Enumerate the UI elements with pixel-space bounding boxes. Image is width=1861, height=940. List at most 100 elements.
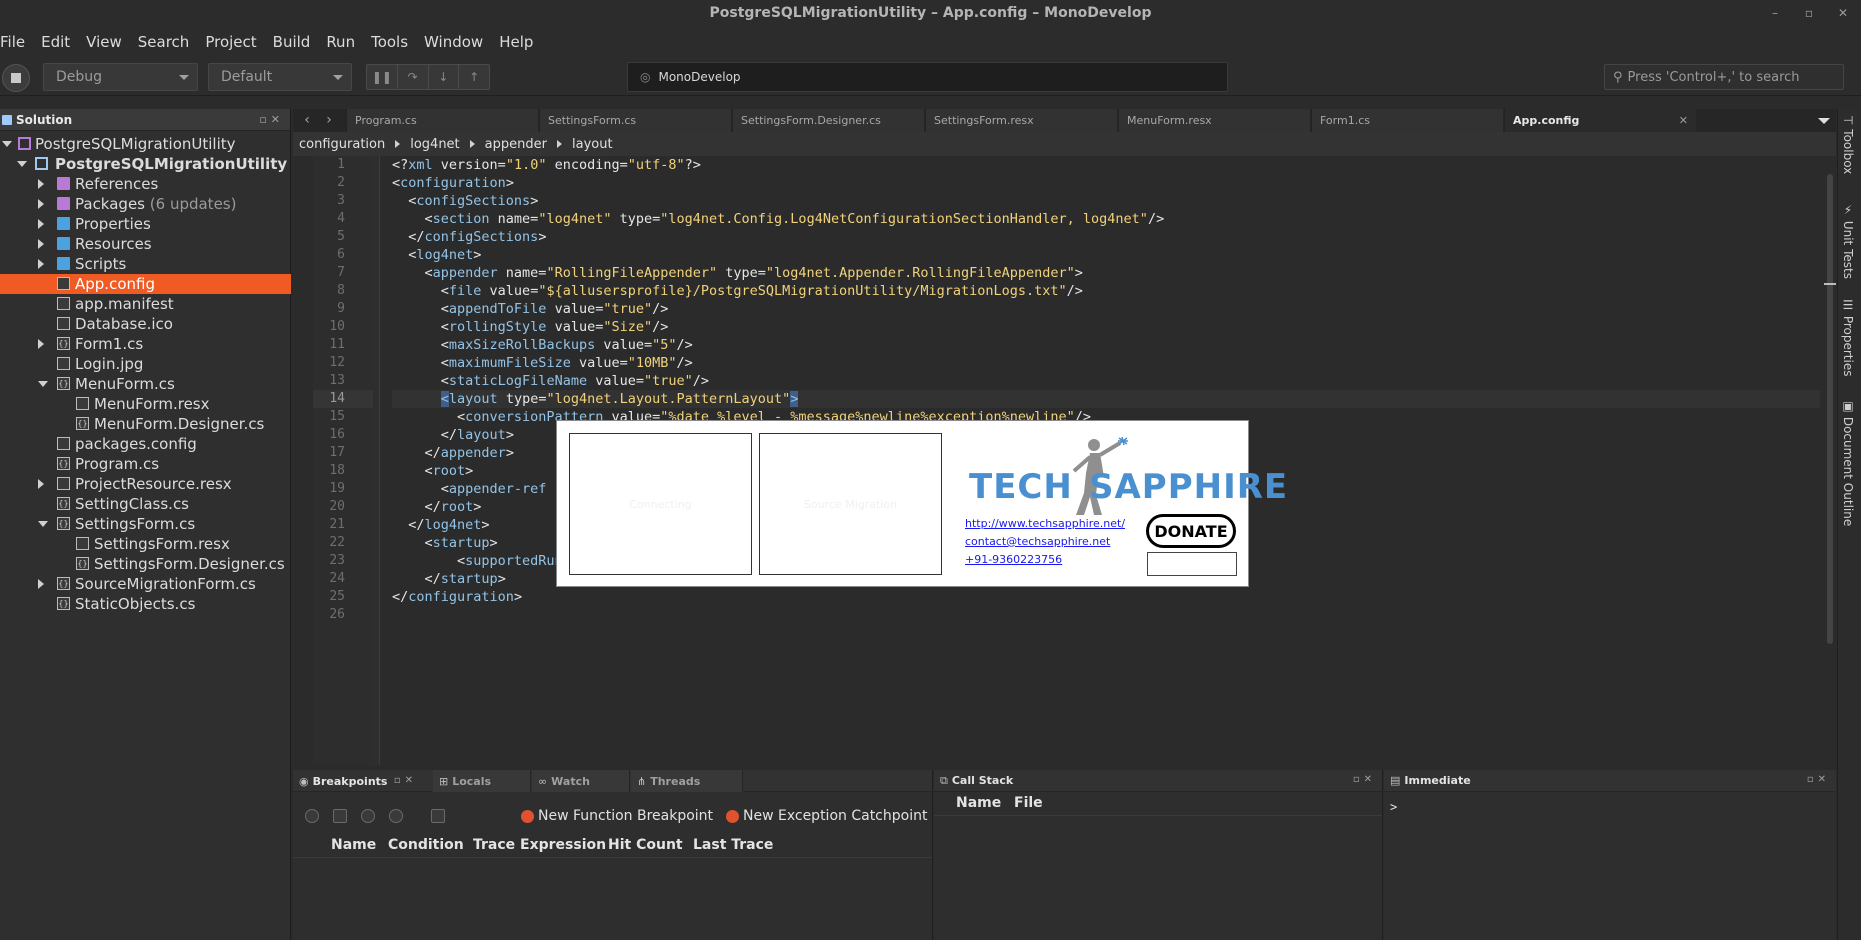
nav-forward-icon[interactable]: › [319, 109, 339, 132]
edit-breakpoint-icon[interactable] [333, 809, 347, 823]
tab-menuform-resx[interactable]: MenuForm.resx [1118, 109, 1310, 132]
vertical-scrollbar[interactable] [1824, 156, 1836, 765]
breadcrumb-item[interactable]: layout [572, 137, 613, 152]
donate-amount-box[interactable] [1147, 552, 1237, 576]
menu-tools[interactable]: Tools [363, 33, 416, 51]
solution-tree-item[interactable]: {} SourceMigrationForm.cs [0, 574, 291, 594]
code-line[interactable]: <layout type="log4net.Layout.PatternLayo… [392, 390, 1820, 408]
solution-tree-item[interactable]: Login.jpg [0, 354, 291, 374]
solution-tree-item[interactable]: {} Form1.cs [0, 334, 291, 354]
menu-view[interactable]: View [78, 33, 130, 51]
donate-button[interactable]: DONATE [1146, 514, 1236, 548]
website-link[interactable]: http://www.techsapphire.net/ [965, 517, 1125, 530]
column-header-hit-count[interactable]: Hit Count [608, 837, 683, 853]
menu-edit[interactable]: Edit [33, 33, 78, 51]
tab-form1-cs[interactable]: Form1.cs [1311, 109, 1503, 132]
collapsed-arrow-icon[interactable] [38, 479, 44, 489]
phone-link[interactable]: +91-9360223756 [965, 553, 1062, 566]
code-line[interactable]: <file value="${allusersprofile}/PostgreS… [392, 282, 1820, 300]
solution-tree-item[interactable]: {} StaticObjects.cs [0, 594, 291, 614]
immediate-console[interactable]: > [1390, 800, 1397, 814]
new-function-breakpoint-button[interactable]: New Function Breakpoint [521, 808, 713, 824]
solution-tree-item[interactable]: PostgreSQLMigrationUtility [0, 134, 291, 154]
side-tab-unit-tests[interactable]: ⚡ Unit Tests [1841, 203, 1855, 279]
side-tab-properties[interactable]: ☰ Properties [1841, 298, 1855, 376]
scrollbar-thumb[interactable] [1827, 174, 1833, 644]
tab-program-cs[interactable]: Program.cs [346, 109, 538, 132]
pad-controls[interactable]: ▫✕ [259, 113, 284, 126]
nav-back-icon[interactable]: ‹ [297, 109, 317, 132]
close-window-button[interactable]: ✕ [1830, 0, 1856, 26]
step-into-icon[interactable]: ↓ [429, 65, 460, 89]
solution-tree-item[interactable]: Properties [0, 214, 291, 234]
tab-breakpoints[interactable]: ◉ Breakpoints ▫✕ [293, 770, 421, 792]
email-link[interactable]: contact@techsapphire.net [965, 535, 1110, 548]
tab-settingsform-resx[interactable]: SettingsForm.resx [925, 109, 1117, 132]
platform-combo[interactable]: Default [208, 63, 352, 91]
pad-controls[interactable]: ▫✕ [1807, 774, 1830, 785]
solution-tree-item[interactable]: Resources [0, 234, 291, 254]
step-out-icon[interactable]: ↑ [459, 65, 489, 89]
fold-margin[interactable] [373, 156, 380, 765]
code-line[interactable]: <configSections> [392, 192, 1820, 210]
column-header-name[interactable]: Name [956, 795, 1001, 811]
solution-tree-item[interactable]: {} SettingClass.cs [0, 494, 291, 514]
step-over-icon[interactable]: ↷ [398, 65, 429, 89]
code-line[interactable]: <maximumFileSize value="10MB"/> [392, 354, 1820, 372]
breadcrumb-item[interactable]: configuration [299, 137, 385, 152]
code-line[interactable]: <maxSizeRollBackups value="5"/> [392, 336, 1820, 354]
code-line[interactable]: </configuration> [392, 588, 1820, 606]
breakpoint-properties-icon[interactable] [431, 809, 445, 823]
breadcrumb-item[interactable]: appender [485, 137, 547, 152]
solution-tree-item[interactable]: MenuForm.resx [0, 394, 291, 414]
solution-tree-item[interactable]: Packages (6 updates) [0, 194, 291, 214]
solution-tree-item[interactable]: packages.config [0, 434, 291, 454]
solution-tree-item[interactable]: References [0, 174, 291, 194]
disable-breakpoints-icon[interactable] [361, 809, 375, 823]
column-header-name[interactable]: Name [331, 837, 376, 853]
menu-build[interactable]: Build [265, 33, 319, 51]
collapsed-arrow-icon[interactable] [38, 339, 44, 349]
pause-icon[interactable]: ❚❚ [367, 65, 398, 89]
code-line[interactable]: <?xml version="1.0" encoding="utf-8"?> [392, 156, 1820, 174]
tab-app-config[interactable]: App.config ✕ [1504, 109, 1696, 132]
code-line[interactable] [392, 606, 1820, 624]
tab-settingsform-cs[interactable]: SettingsForm.cs [539, 109, 731, 132]
solution-tree-item[interactable]: {} MenuForm.cs [0, 374, 291, 394]
tab-threads[interactable]: ⋔ Threads [631, 770, 743, 792]
configuration-combo[interactable]: Debug [43, 63, 198, 91]
code-line[interactable]: </configSections> [392, 228, 1820, 246]
toggle-breakpoint-icon[interactable] [305, 809, 319, 823]
solution-tree-item[interactable]: {} SettingsForm.Designer.cs [0, 554, 291, 574]
tab-settingsform-designer-cs[interactable]: SettingsForm.Designer.cs [732, 109, 924, 132]
solution-tree-item[interactable]: {} MenuForm.Designer.cs [0, 414, 291, 434]
column-header-condition[interactable]: Condition [388, 837, 464, 853]
code-line[interactable]: <rollingStyle value="Size"/> [392, 318, 1820, 336]
stop-button[interactable] [2, 64, 30, 92]
expanded-arrow-icon[interactable] [38, 521, 48, 527]
code-line[interactable]: <log4net> [392, 246, 1820, 264]
maximize-button[interactable]: ▫ [1796, 0, 1822, 26]
code-line[interactable]: <configuration> [392, 174, 1820, 192]
menu-help[interactable]: Help [491, 33, 541, 51]
breadcrumb-item[interactable]: log4net [410, 137, 459, 152]
collapsed-arrow-icon[interactable] [38, 219, 44, 229]
collapsed-arrow-icon[interactable] [38, 179, 44, 189]
collapsed-arrow-icon[interactable] [38, 239, 44, 249]
expanded-arrow-icon[interactable] [17, 161, 27, 167]
column-header-file[interactable]: File [1014, 795, 1043, 811]
collapsed-arrow-icon[interactable] [38, 579, 44, 589]
menu-window[interactable]: Window [416, 33, 491, 51]
side-tab-toolbox[interactable]: ⊤ Toolbox [1841, 115, 1855, 174]
solution-tree-item[interactable]: Database.ico [0, 314, 291, 334]
search-input[interactable]: ⚲ Press 'Control+,' to search [1604, 64, 1844, 90]
menu-project[interactable]: Project [197, 33, 264, 51]
collapsed-arrow-icon[interactable] [38, 199, 44, 209]
expanded-arrow-icon[interactable] [2, 141, 12, 147]
column-header-trace-expression[interactable]: Trace Expression [473, 837, 606, 853]
solution-tree-item[interactable]: {} SettingsForm.cs [0, 514, 291, 534]
code-line[interactable]: <section name="log4net" type="log4net.Co… [392, 210, 1820, 228]
column-header-last-trace[interactable]: Last Trace [693, 837, 773, 853]
solution-tree-item[interactable]: app.manifest [0, 294, 291, 314]
collapsed-arrow-icon[interactable] [38, 259, 44, 269]
